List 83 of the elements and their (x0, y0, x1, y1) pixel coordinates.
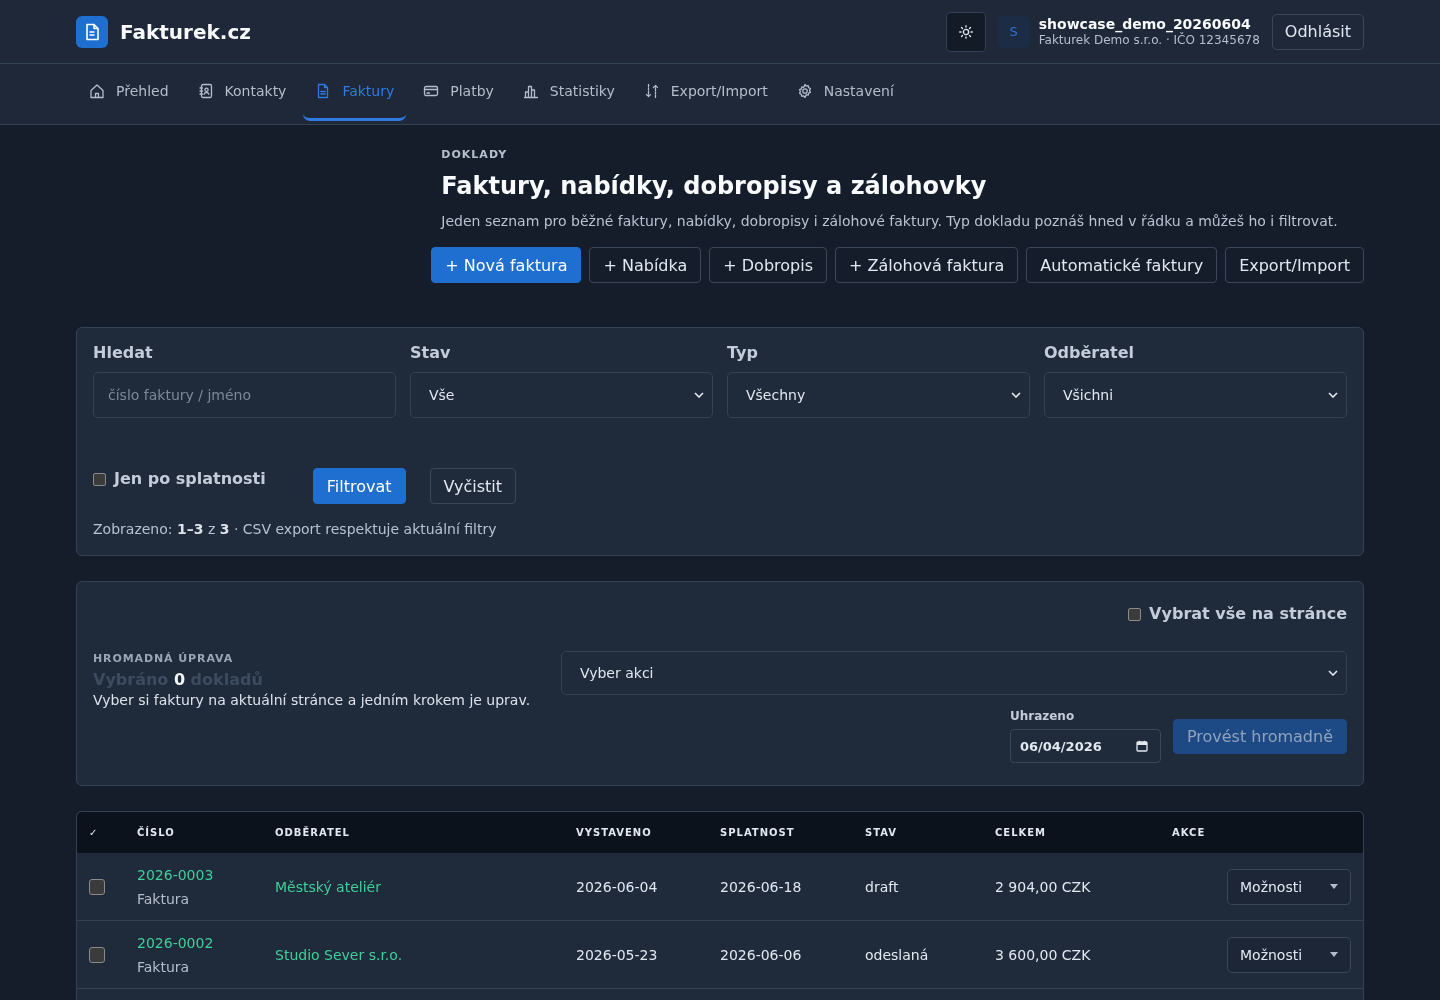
toolbar-button[interactable]: + Nabídka (589, 247, 702, 283)
document-type: Faktura (137, 957, 190, 977)
table-cell: 2026-06-18 (720, 878, 802, 895)
nav-tab[interactable]: Statistiky (510, 64, 627, 121)
customer-link[interactable]: Studio Sever s.r.o. (275, 944, 403, 965)
column-header: ČÍSLO (136, 827, 176, 838)
field-label: Odběratel (1044, 344, 1136, 362)
document-type: Faktura (137, 889, 190, 909)
column-header: AKCE (1171, 827, 1207, 838)
nav-tab[interactable]: Nastavení (784, 64, 906, 121)
table-cell: 3 600,00 CZK (995, 946, 1091, 963)
company-info: Fakturek Demo s.r.o. · IČO 12345678 (1038, 32, 1260, 48)
action-select[interactable]: Vyber akci (561, 651, 1347, 695)
filter-select[interactable]: Všichni (1044, 372, 1347, 418)
page-title: Faktury, nabídky, dobropisy a zálohovky (441, 171, 987, 201)
table-cell: 2026-06-06 (720, 946, 802, 963)
user-name: showcase_demo_20260604 (1038, 15, 1252, 33)
chevron-down-icon (1328, 392, 1338, 398)
checkbox-label: Vybrat vše na stránce (1149, 603, 1347, 625)
field-label: Typ (727, 344, 759, 362)
column-header: STAV (864, 827, 899, 838)
table-cell: 2026-06-04 (576, 878, 658, 895)
column-header: SPLATNOST (719, 827, 796, 838)
caret-icon (1330, 952, 1338, 957)
chevron-down-icon (694, 392, 704, 398)
column-header: VYSTAVENO (575, 827, 653, 838)
nav-tab[interactable]: Faktury (303, 64, 407, 121)
filter-button[interactable]: Vyčistit (429, 468, 517, 504)
nav-tab[interactable]: Přehled (77, 64, 181, 121)
chevron-down-icon (1011, 392, 1021, 398)
results-summary: Zobrazeno: 1–3 z 3 · CSV export respektuje aktuální filtry (93, 520, 498, 539)
column-header: ✓ (88, 827, 100, 838)
options-dropdown[interactable]: Možnosti (1227, 868, 1351, 905)
credit-card-icon (423, 83, 440, 99)
field-label: Stav (410, 344, 452, 362)
settings-icon (796, 83, 813, 99)
filter-button[interactable]: Filtrovat (312, 468, 406, 504)
options-dropdown[interactable]: Možnosti (1227, 936, 1351, 973)
calendar-icon (1135, 740, 1148, 752)
nav-tab[interactable]: Platby (411, 64, 506, 121)
home-icon (89, 83, 105, 99)
search-field[interactable]: číslo faktury / jméno (93, 372, 396, 418)
sun-icon (958, 24, 973, 39)
theme-toggle-button[interactable] (945, 11, 986, 52)
up-down-arrows-icon (643, 83, 660, 99)
caret-icon (1330, 884, 1338, 889)
toolbar-button[interactable]: Export/Import (1225, 247, 1364, 283)
table-cell: odeslaná (865, 946, 929, 963)
section-eyebrow: DOKLADY (441, 148, 508, 162)
customer-link[interactable]: Městský ateliér (275, 876, 381, 897)
nav-tab[interactable]: Kontakty (185, 64, 299, 121)
checkbox[interactable] (89, 946, 105, 963)
checkbox[interactable] (1128, 607, 1142, 621)
date-field[interactable]: 06/04/2026 (1009, 729, 1161, 763)
bar-chart-icon (522, 83, 539, 99)
address-book-icon (197, 83, 214, 99)
field-label: Uhrazeno (1009, 709, 1076, 723)
column-header: CELKEM (994, 827, 1048, 838)
table-cell: 2026-05-23 (576, 946, 658, 963)
field-label: Hledat (93, 344, 154, 362)
nav-tab[interactable]: Export/Import (631, 64, 780, 121)
document-logo-icon (76, 15, 108, 48)
column-header: ODBĚRATEL (274, 827, 351, 838)
invoice-number-link[interactable]: 2026-0003 (137, 864, 214, 885)
table-cell: draft (865, 878, 899, 895)
page-description: Jeden seznam pro běžné faktury, nabídky, dobropisy i zálohové faktury. Typ dokladu poznáš hned v řádku a můžeš ho i filtrovat. (441, 212, 1338, 231)
table-cell: 2 904,00 CZK (995, 878, 1091, 895)
section-eyebrow: HROMADNÁ ÚPRAVA (93, 652, 234, 666)
logout-button[interactable]: Odhlásit (1271, 13, 1364, 50)
toolbar-button[interactable]: + Dobropis (709, 247, 827, 283)
avatar: S (997, 15, 1030, 48)
filter-select[interactable]: Vše (410, 372, 713, 418)
checkbox[interactable] (93, 472, 106, 486)
toolbar-button[interactable]: + Nová faktura (431, 247, 582, 283)
filter-select[interactable]: Všechny (727, 372, 1030, 418)
invoice-number-link[interactable]: 2026-0002 (137, 932, 214, 953)
bulk-description: Vyber si faktury na aktuální stránce a jedním krokem je uprav. (93, 691, 531, 710)
chevron-down-icon (1328, 670, 1338, 676)
app-name: Fakturek.cz (120, 19, 251, 44)
checkbox[interactable] (89, 878, 105, 895)
toolbar-button[interactable]: + Zálohová faktura (835, 247, 1019, 283)
toolbar-button[interactable]: Automatické faktury (1026, 247, 1218, 283)
checkbox-label: Jen po splatnosti (114, 468, 266, 490)
